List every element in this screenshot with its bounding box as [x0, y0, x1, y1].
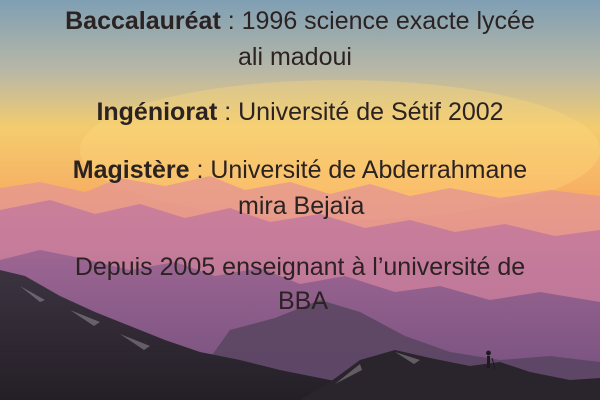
entry-baccalaureat: Baccalauréat : 1996 science exacte lycée [0, 6, 600, 36]
entry-ingeniorat: Ingéniorat : Université de Sétif 2002 [0, 97, 600, 127]
entry-magistere: Magistère : Université de Abderrahmane [0, 155, 600, 185]
cont-magistere: mira Bejaïa [238, 192, 365, 220]
cont-depuis: BBA [278, 287, 329, 315]
entry-depuis: Depuis 2005 enseignant à l’université de [0, 252, 600, 282]
text-depuis: Depuis 2005 enseignant à l’université de [74, 253, 526, 281]
separator: : [217, 98, 239, 126]
separator: : [189, 156, 211, 184]
text-baccalaureat: 1996 science exacte lycée [241, 7, 535, 35]
label-magistere: Magistère [72, 156, 190, 184]
cont-baccalaureat: ali madoui [238, 43, 352, 71]
label-baccalaureat: Baccalauréat [65, 7, 221, 35]
label-ingeniorat: Ingéniorat [96, 98, 218, 126]
text-ingeniorat: Université de Sétif 2002 [238, 98, 504, 126]
text-magistere: Université de Abderrahmane [210, 156, 528, 184]
separator: : [220, 7, 242, 35]
